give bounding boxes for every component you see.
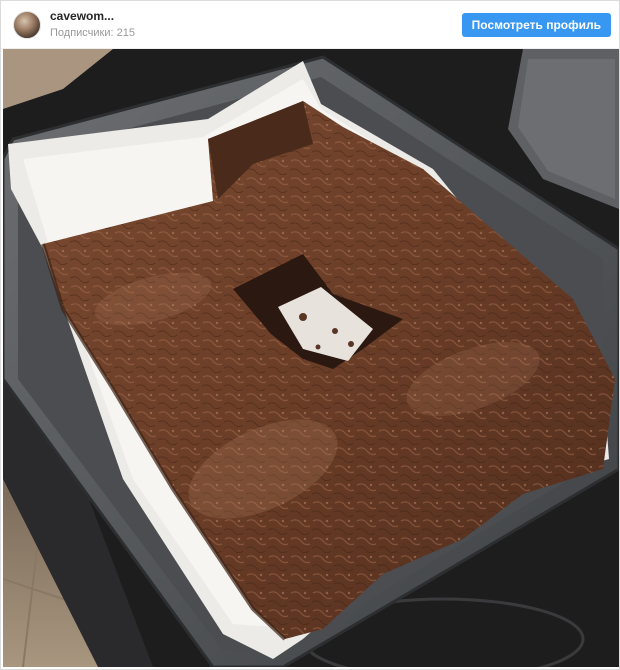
instagram-embed-card: cavewom... Подписчики: 215 Посмотреть пр… (0, 0, 620, 670)
post-photo[interactable] (3, 49, 619, 667)
post-header: cavewom... Подписчики: 215 Посмотреть пр… (1, 1, 619, 49)
brownie-photo-illustration (3, 49, 619, 667)
followers-count: Подписчики: 215 (50, 26, 135, 39)
user-info: cavewom... Подписчики: 215 (50, 9, 135, 39)
user-avatar[interactable] (13, 10, 41, 39)
view-profile-button[interactable]: Посмотреть профиль (461, 13, 611, 37)
username-link[interactable]: cavewom... (50, 9, 135, 24)
